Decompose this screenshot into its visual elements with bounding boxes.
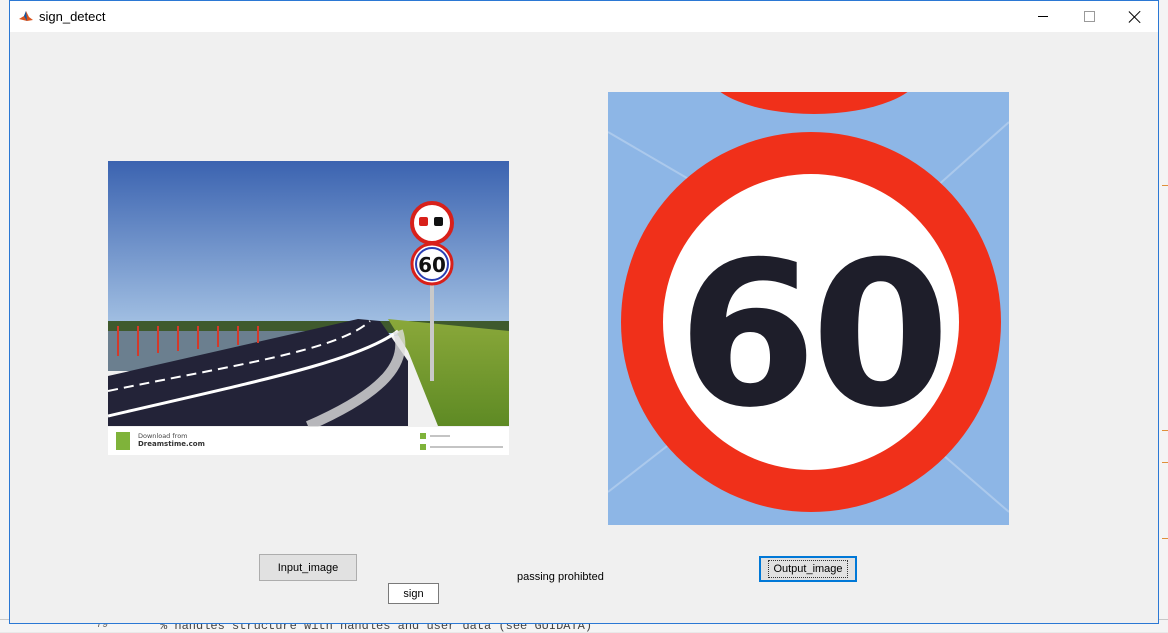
sign-field-value: sign (403, 587, 424, 600)
output-image-button[interactable]: Output_image (759, 556, 857, 582)
output-image-button-label: Output_image (768, 560, 848, 578)
sign-field[interactable]: sign (388, 583, 439, 604)
svg-text:60: 60 (418, 253, 446, 277)
close-button[interactable] (1112, 1, 1158, 32)
maximize-icon (1083, 11, 1095, 22)
input-image-axes: 60 Download from Dreamstime.com (108, 161, 509, 455)
result-label: passing prohibted (517, 571, 604, 583)
sign-detect-window: sign_detect 60 Download from Dreamstime.… (9, 0, 1159, 624)
svg-text:60: 60 (678, 219, 944, 452)
output-image-axes: 60 (608, 92, 1009, 525)
maximize-button[interactable] (1066, 1, 1112, 32)
svg-text:Download from: Download from (138, 432, 188, 440)
road-scene-image: 60 Download from Dreamstime.com (108, 161, 509, 455)
close-icon (1129, 11, 1141, 23)
detected-sign-image: 60 (608, 92, 1009, 525)
background-tick (1162, 430, 1168, 431)
matlab-icon (18, 8, 34, 24)
background-tick (1162, 185, 1168, 186)
background-tick (1162, 538, 1168, 539)
input-image-button-label: Input_image (277, 561, 339, 574)
window-title: sign_detect (39, 9, 106, 24)
title-bar[interactable]: sign_detect (10, 1, 1158, 32)
minimize-icon (1038, 16, 1048, 17)
input-image-button[interactable]: Input_image (259, 554, 357, 581)
minimize-button[interactable] (1020, 1, 1066, 32)
svg-text:Dreamstime.com: Dreamstime.com (138, 440, 205, 448)
background-tick (1162, 462, 1168, 463)
